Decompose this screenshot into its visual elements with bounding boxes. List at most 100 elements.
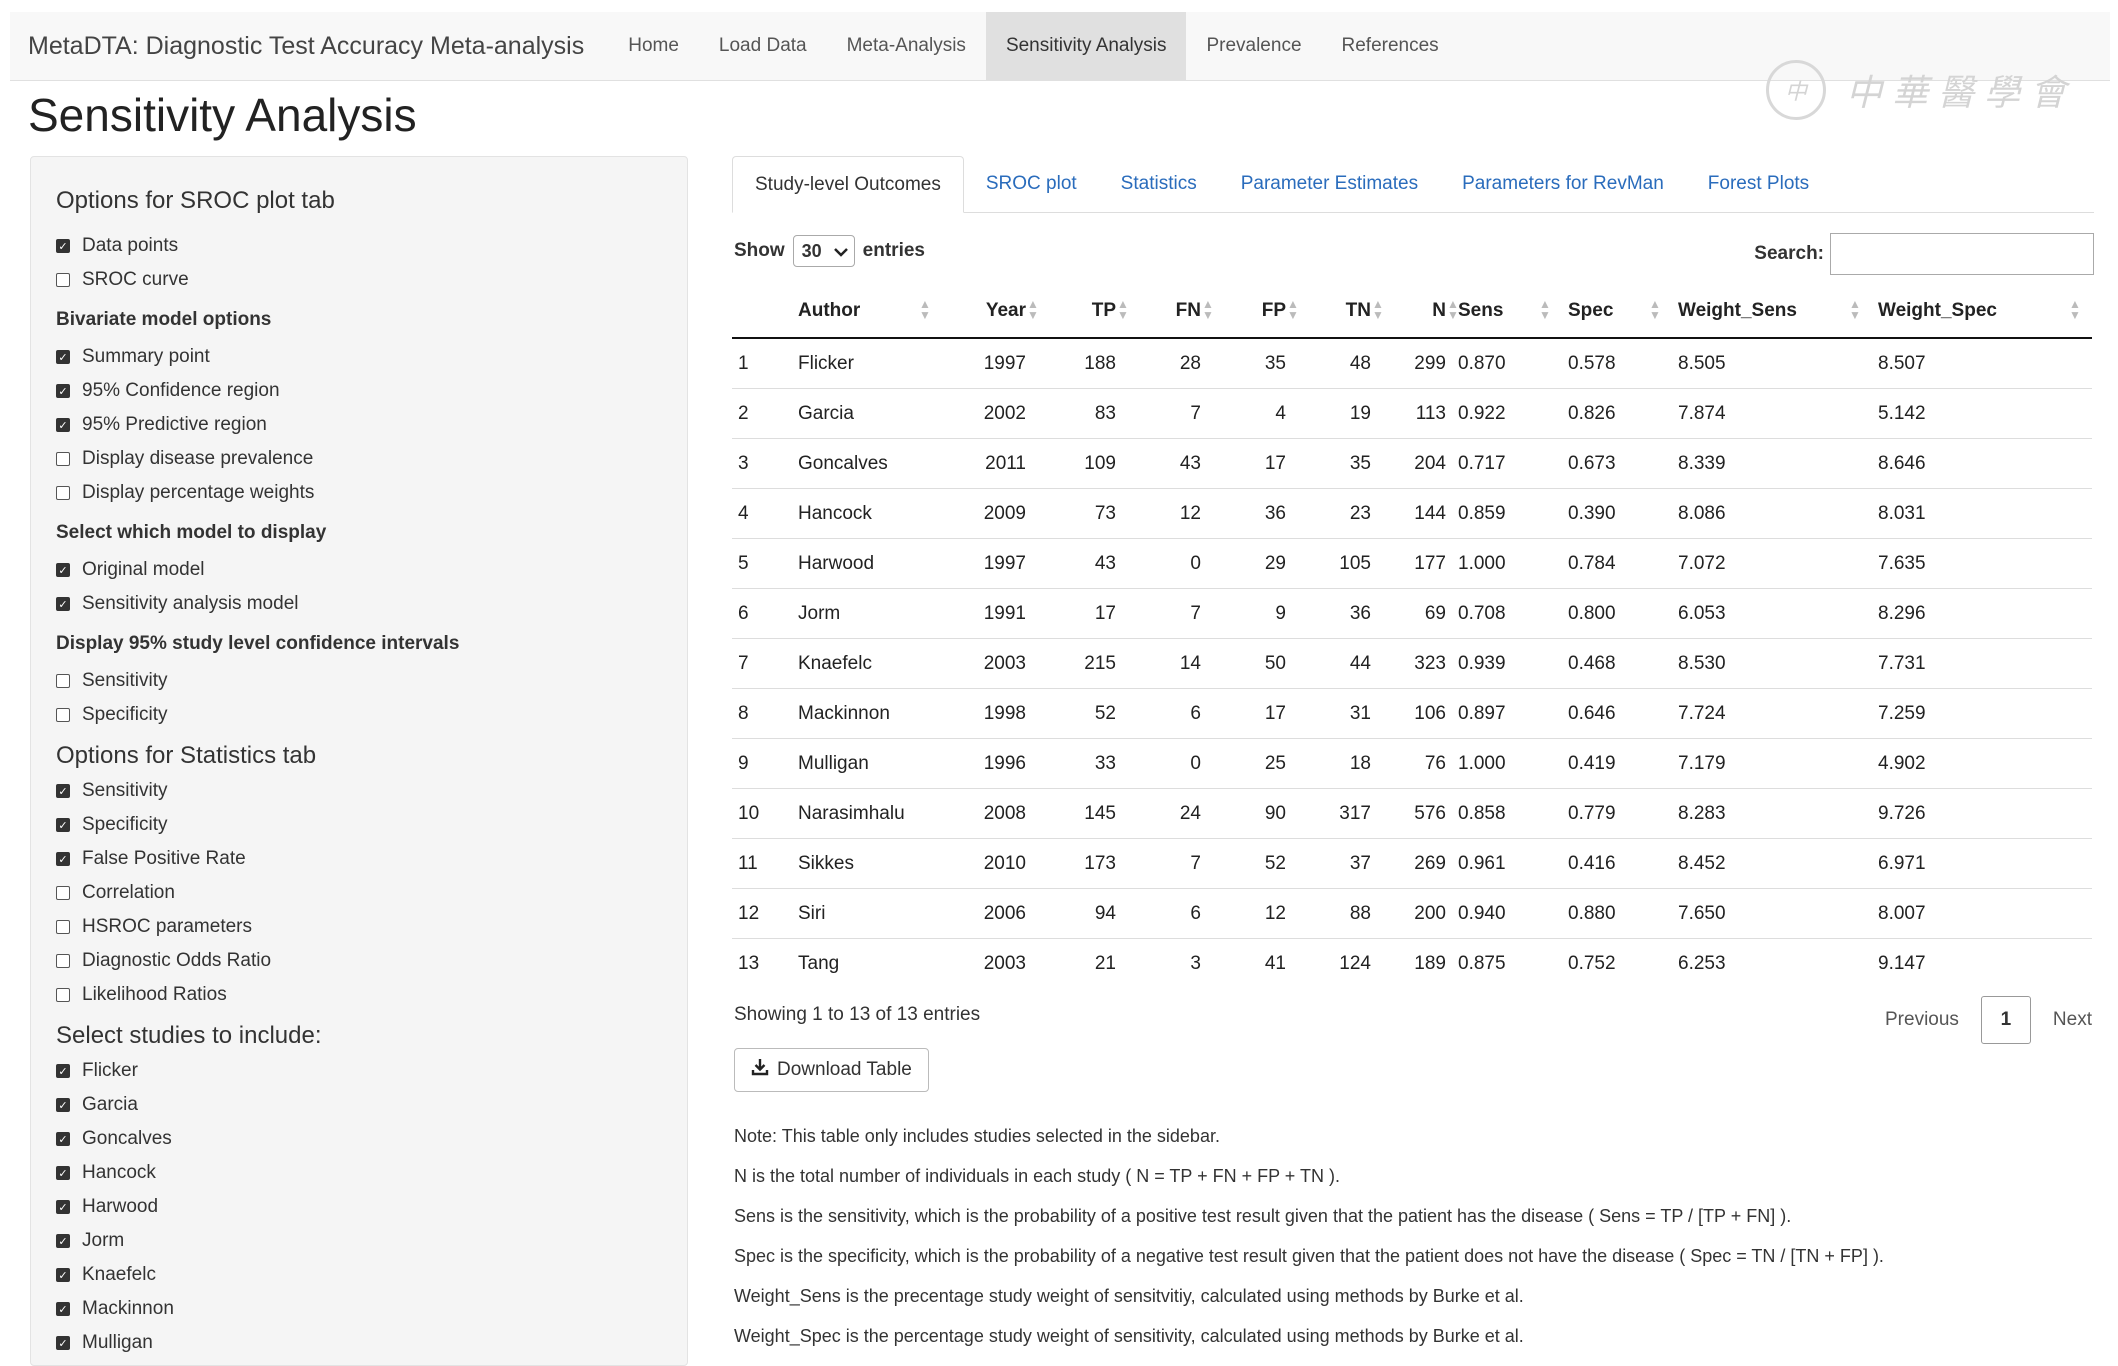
nav-home[interactable]: Home [608,12,699,80]
tab-parameter-estimates[interactable]: Parameter Estimates [1219,156,1440,212]
checkbox-icon[interactable] [56,818,70,832]
table-row[interactable]: 5 Harwood 1997 43 0 29 105 177 1.000 0.784 7.072 7.… [732,538,2092,589]
checkbox-study-jorm[interactable]: Jorm [56,1224,663,1258]
tab-parameters-revman[interactable]: Parameters for RevMan [1440,156,1686,212]
checkbox-sensitivity-model[interactable]: Sensitivity analysis model [56,587,663,621]
previous-button[interactable]: Previous [1885,1009,1959,1031]
table-row[interactable]: 7 Knaefelc 2003 215 14 50 44 323 0.939 0.468 8.530… [732,638,2092,689]
checkbox-icon[interactable] [56,784,70,798]
checkbox-ci-sensitivity[interactable]: Sensitivity [56,664,663,698]
table-row[interactable]: 13 Tang 2003 21 3 41 124 189 0.875 0.752 6.253 9.14… [732,938,2092,988]
table-row[interactable]: 1 Flicker 1997 188 28 35 48 299 0.870 0.578 8.505 8… [732,337,2092,389]
table-row[interactable]: 9 Mulligan 1996 33 0 25 18 76 1.000 0.419 7.179 4.9… [732,738,2092,789]
nav-prevalence[interactable]: Prevalence [1186,12,1321,80]
checkbox-stat-dor[interactable]: Diagnostic Odds Ratio [56,944,663,978]
checkbox-stat-false-positive-rate[interactable]: False Positive Rate [56,842,663,876]
table-row[interactable]: 11 Sikkes 2010 173 7 52 37 269 0.961 0.416 8.452 6.… [732,838,2092,889]
checkbox-icon[interactable] [56,1234,70,1248]
checkbox-icon[interactable] [56,563,70,577]
checkbox-study-hancock[interactable]: Hancock [56,1156,663,1190]
column-header-weight-sens[interactable]: Weight_Sens ▲ ▼ [1672,285,1872,339]
download-table-button[interactable]: Download Table [734,1048,929,1092]
app-brand[interactable]: MetaDTA: Diagnostic Test Accuracy Meta-a… [10,12,608,80]
column-header-n[interactable]: N ▲ ▼ [1377,285,1459,339]
nav-meta-analysis[interactable]: Meta-Analysis [827,12,986,80]
checkbox-icon[interactable] [56,350,70,364]
checkbox-study-mackinnon[interactable]: Mackinnon [56,1292,663,1326]
checkbox-original-model[interactable]: Original model [56,553,663,587]
checkbox-percentage-weights[interactable]: Display percentage weights [56,476,663,510]
checkbox-stat-likelihood-ratios[interactable]: Likelihood Ratios [56,978,663,1012]
entries-select[interactable]: 30 [792,235,855,267]
checkbox-icon[interactable] [56,988,70,1002]
column-header-fp[interactable]: FP ▲ ▼ [1207,285,1299,339]
table-row[interactable]: 6 Jorm 1991 17 7 9 36 69 0.708 0.800 6.053 8.296 [732,588,2092,639]
column-header-index[interactable] [732,285,792,339]
checkbox-icon[interactable] [56,1268,70,1282]
checkbox-data-points[interactable]: Data points [56,229,663,263]
column-header-tp[interactable]: TP ▲ ▼ [1032,285,1129,339]
checkbox-icon[interactable] [56,1166,70,1180]
table-row[interactable]: 2 Garcia 2002 83 7 4 19 113 0.922 0.826 7.874 5.142 [732,388,2092,439]
table-row[interactable]: 3 Goncalves 2011 109 43 17 35 204 0.717 0.673 8.33… [732,438,2092,489]
checkbox-label: 95% Confidence region [82,380,280,401]
checkbox-icon[interactable] [56,1336,70,1350]
column-header-year[interactable]: Year ▲ ▼ [942,285,1039,339]
checkbox-stat-specificity[interactable]: Specificity [56,808,663,842]
tab-forest-plots[interactable]: Forest Plots [1686,156,1831,212]
checkbox-sroc-curve[interactable]: SROC curve [56,263,663,297]
column-header-fn[interactable]: FN ▲ ▼ [1122,285,1214,339]
table-row[interactable]: 12 Siri 2006 94 6 12 88 200 0.940 0.880 7.650 8.007 [732,888,2092,939]
column-header-spec[interactable]: Spec ▲ ▼ [1562,285,1672,339]
checkbox-icon[interactable] [56,954,70,968]
nav-load-data[interactable]: Load Data [699,12,827,80]
column-header-weight-spec[interactable]: Weight_Spec ▲ ▼ [1872,285,2092,339]
column-header-tn[interactable]: TN ▲ ▼ [1292,285,1384,339]
table-row[interactable]: 8 Mackinnon 1998 52 6 17 31 106 0.897 0.646 7.724 7… [732,688,2092,739]
page-1-button[interactable]: 1 [1980,996,2031,1044]
checkbox-study-garcia[interactable]: Garcia [56,1088,663,1122]
checkbox-icon[interactable] [56,486,70,500]
nav-sensitivity-analysis[interactable]: Sensitivity Analysis [985,12,1187,80]
column-header-sens[interactable]: Sens ▲ ▼ [1452,285,1562,339]
checkbox-confidence-region[interactable]: 95% Confidence region [56,374,663,408]
checkbox-disease-prevalence[interactable]: Display disease prevalence [56,442,663,476]
tab-statistics[interactable]: Statistics [1099,156,1219,212]
checkbox-study-mulligan[interactable]: Mulligan [56,1326,663,1360]
checkbox-icon[interactable] [56,1200,70,1214]
table-row[interactable]: 4 Hancock 2009 73 12 36 23 144 0.859 0.390 8.086 8.… [732,488,2092,539]
next-button[interactable]: Next [2053,1009,2092,1031]
checkbox-predictive-region[interactable]: 95% Predictive region [56,408,663,442]
checkbox-icon[interactable] [56,597,70,611]
table-row[interactable]: 10 Narasimhalu 2008 145 24 90 317 576 0.858 0.779… [732,788,2092,839]
checkbox-icon[interactable] [56,886,70,900]
checkbox-stat-correlation[interactable]: Correlation [56,876,663,910]
checkbox-summary-point[interactable]: Summary point [56,340,663,374]
checkbox-icon[interactable] [56,852,70,866]
checkbox-label: Knaefelc [82,1264,156,1285]
checkbox-icon[interactable] [56,384,70,398]
checkbox-icon[interactable] [56,273,70,287]
checkbox-study-goncalves[interactable]: Goncalves [56,1122,663,1156]
checkbox-study-knaefelc[interactable]: Knaefelc [56,1258,663,1292]
checkbox-stat-sensitivity[interactable]: Sensitivity [56,774,663,808]
tab-study-level-outcomes[interactable]: Study-level Outcomes [732,156,964,213]
checkbox-icon[interactable] [56,1098,70,1112]
checkbox-icon[interactable] [56,920,70,934]
checkbox-stat-hsroc[interactable]: HSROC parameters [56,910,663,944]
nav-references[interactable]: References [1322,12,1459,80]
checkbox-icon[interactable] [56,708,70,722]
tab-sroc-plot[interactable]: SROC plot [964,156,1099,212]
checkbox-ci-specificity[interactable]: Specificity [56,698,663,732]
checkbox-icon[interactable] [56,418,70,432]
column-header-author[interactable]: Author ▲ ▼ [792,285,942,339]
checkbox-study-harwood[interactable]: Harwood [56,1190,663,1224]
checkbox-icon[interactable] [56,1064,70,1078]
checkbox-icon[interactable] [56,239,70,253]
checkbox-icon[interactable] [56,1302,70,1316]
checkbox-icon[interactable] [56,452,70,466]
checkbox-study-flicker[interactable]: Flicker [56,1054,663,1088]
checkbox-icon[interactable] [56,1132,70,1146]
checkbox-icon[interactable] [56,674,70,688]
search-input[interactable] [1830,233,2094,275]
